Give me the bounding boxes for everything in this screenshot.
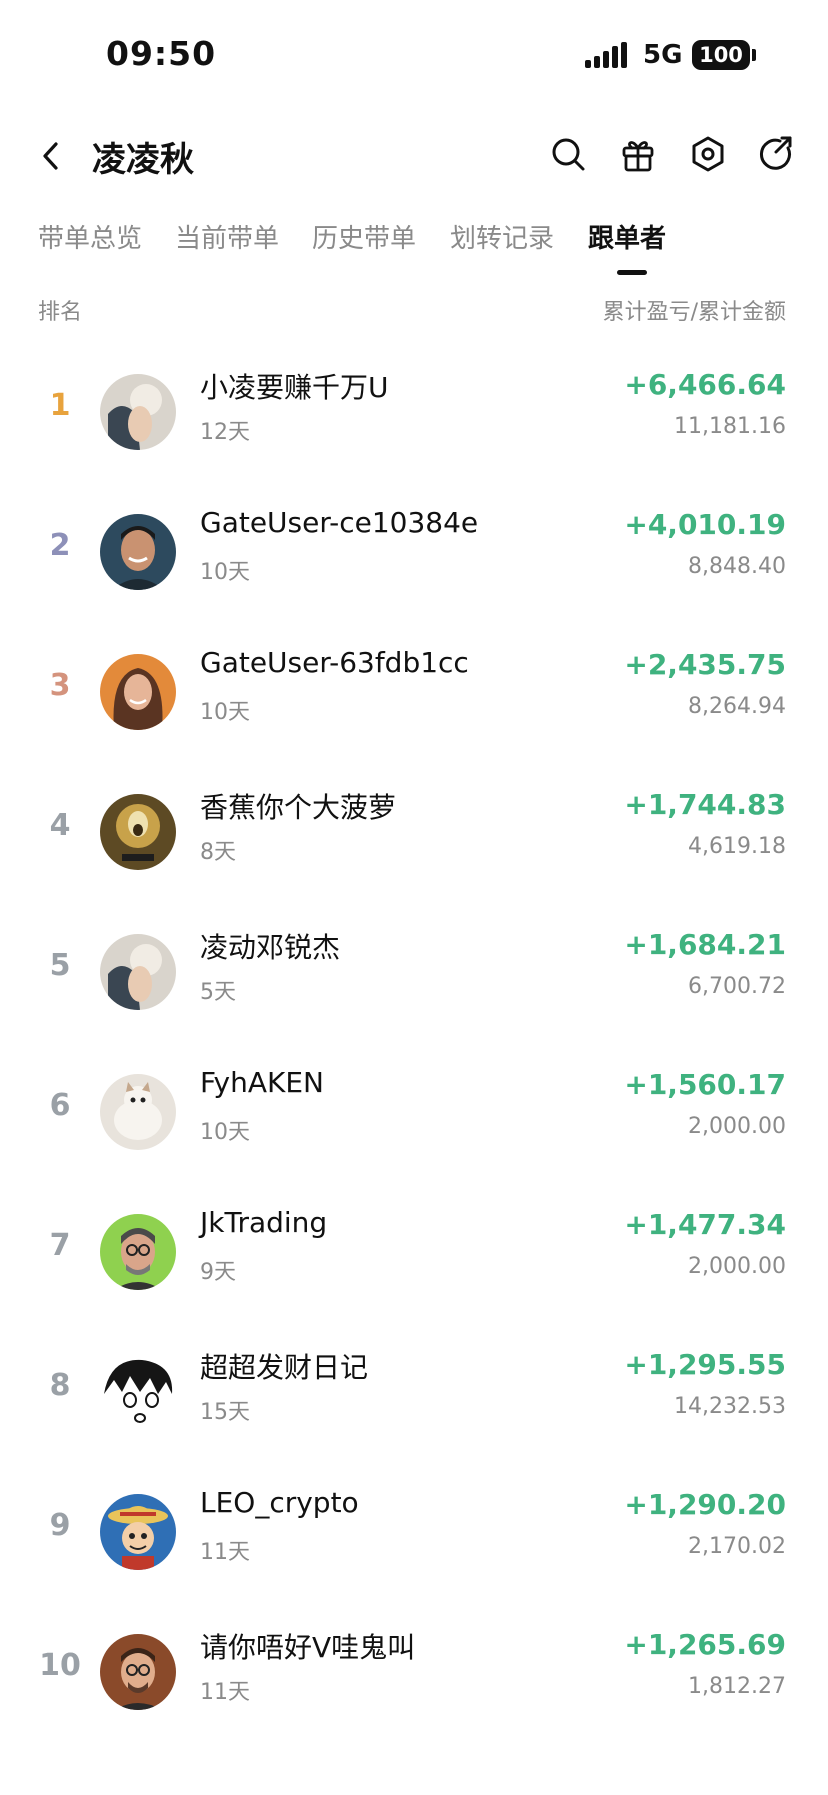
rank-number: 3 [49, 668, 71, 703]
tab-current-orders[interactable]: 当前带单 [175, 218, 279, 255]
cumulative-pnl: +1,295.55 [624, 1348, 786, 1381]
status-bar: 09:50 5G 100 [0, 0, 828, 110]
follow-days: 10天 [200, 1120, 250, 1145]
tab-history-orders[interactable]: 历史带单 [312, 218, 416, 255]
status-time: 09:50 [106, 34, 217, 73]
avatar [100, 654, 176, 730]
signal-icon [585, 42, 627, 68]
follower-name: 小凌要赚千万U [200, 371, 389, 404]
app-header: 凌凌秋 [0, 118, 828, 198]
follow-days: 15天 [200, 1400, 250, 1425]
cumulative-amount: 14,232.53 [674, 1394, 786, 1419]
cumulative-amount: 1,812.27 [688, 1674, 786, 1699]
cumulative-pnl: +4,010.19 [624, 508, 786, 541]
cumulative-pnl: +1,477.34 [624, 1208, 786, 1241]
list-item[interactable]: 7 JkTrading 9天 +1,477.34 2,000.00 [0, 1184, 828, 1324]
cumulative-amount: 4,619.18 [688, 834, 786, 859]
follower-name: 香蕉你个大菠萝 [200, 791, 397, 824]
page-title: 凌凌秋 [92, 140, 194, 180]
follower-name: JkTrading [200, 1206, 328, 1239]
list-header: 排名 累计盈亏/累计金额 [0, 290, 828, 330]
rank-number: 1 [49, 388, 71, 423]
rank-number: 9 [49, 1508, 71, 1543]
rank-number: 10 [39, 1648, 81, 1683]
rank-number: 2 [49, 528, 71, 563]
cumulative-amount: 8,848.40 [688, 554, 786, 579]
rank-number: 7 [49, 1228, 71, 1263]
avatar [100, 514, 176, 590]
follower-name: GateUser-ce10384e [200, 506, 479, 539]
list-item[interactable]: 9 LEO_crypto 11天 +1,290.20 2,170.02 [0, 1464, 828, 1604]
follow-days: 9天 [200, 1260, 236, 1285]
cumulative-pnl: +6,466.64 [624, 368, 786, 401]
active-tab-indicator [617, 270, 647, 275]
follow-days: 10天 [200, 560, 250, 585]
list-item[interactable]: 3 GateUser-63fdb1cc 10天 +2,435.75 8,264.… [0, 624, 828, 764]
gift-icon[interactable] [618, 134, 658, 174]
list-item[interactable]: 8 超超发财日记 15天 +1,295.55 14,232.53 [0, 1324, 828, 1464]
cumulative-amount: 2,170.02 [688, 1534, 786, 1559]
cumulative-pnl: +1,560.17 [624, 1068, 786, 1101]
cumulative-amount: 8,264.94 [688, 694, 786, 719]
search-icon[interactable] [548, 134, 588, 174]
tab-bar: 带单总览 当前带单 历史带单 划转记录 跟单者 [0, 210, 828, 280]
avatar [100, 794, 176, 870]
avatar [100, 374, 176, 450]
cumulative-pnl: +1,290.20 [624, 1488, 786, 1521]
follower-name: 凌动邓锐杰 [200, 931, 341, 964]
follow-days: 8天 [200, 840, 236, 865]
cumulative-amount: 2,000.00 [688, 1114, 786, 1139]
avatar [100, 1494, 176, 1570]
rank-number: 4 [49, 808, 71, 843]
battery-icon: 100 [692, 40, 750, 70]
pnl-column-label: 累计盈亏/累计金额 [602, 300, 786, 325]
cumulative-amount: 6,700.72 [688, 974, 786, 999]
cumulative-pnl: +1,265.69 [624, 1628, 786, 1661]
tab-transfer-records[interactable]: 划转记录 [450, 218, 554, 255]
tab-followers[interactable]: 跟单者 [588, 218, 666, 255]
list-item[interactable]: 4 香蕉你个大菠萝 8天 +1,744.83 4,619.18 [0, 764, 828, 904]
cumulative-pnl: +1,684.21 [624, 928, 786, 961]
follower-name: 请你唔好V哇鬼叫 [200, 1631, 416, 1664]
list-item[interactable]: 2 GateUser-ce10384e 10天 +4,010.19 8,848.… [0, 484, 828, 624]
follow-days: 11天 [200, 1540, 250, 1565]
network-label: 5G [643, 40, 683, 70]
follower-name: LEO_crypto [200, 1486, 359, 1519]
follow-days: 10天 [200, 700, 250, 725]
avatar [100, 934, 176, 1010]
follow-days: 12天 [200, 420, 250, 445]
list-item[interactable]: 6 FyhAKEN 10天 +1,560.17 2,000.00 [0, 1044, 828, 1184]
settings-icon[interactable] [688, 134, 728, 174]
rank-number: 5 [49, 948, 71, 983]
cumulative-amount: 11,181.16 [674, 414, 786, 439]
follower-name: FyhAKEN [200, 1066, 325, 1099]
list-item[interactable]: 5 凌动邓锐杰 5天 +1,684.21 6,700.72 [0, 904, 828, 1044]
follow-days: 11天 [200, 1680, 250, 1705]
avatar [100, 1354, 176, 1430]
avatar [100, 1074, 176, 1150]
avatar [100, 1634, 176, 1710]
follow-days: 5天 [200, 980, 236, 1005]
rank-number: 6 [49, 1088, 71, 1123]
rank-number: 8 [49, 1368, 71, 1403]
avatar [100, 1214, 176, 1290]
rank-column-label: 排名 [38, 300, 83, 325]
follower-name: GateUser-63fdb1cc [200, 646, 469, 679]
cumulative-amount: 2,000.00 [688, 1254, 786, 1279]
back-arrow-icon[interactable] [30, 134, 74, 178]
follower-name: 超超发财日记 [200, 1351, 369, 1384]
share-icon[interactable] [756, 134, 796, 174]
list-item[interactable]: 10 请你唔好V哇鬼叫 11天 +1,265.69 1,812.27 [0, 1604, 828, 1744]
cumulative-pnl: +1,744.83 [624, 788, 786, 821]
cumulative-pnl: +2,435.75 [624, 648, 786, 681]
battery-tip [752, 49, 756, 61]
tab-overview[interactable]: 带单总览 [38, 218, 142, 255]
list-item[interactable]: 1 小凌要赚千万U 12天 +6,466.64 11,181.16 [0, 344, 828, 484]
